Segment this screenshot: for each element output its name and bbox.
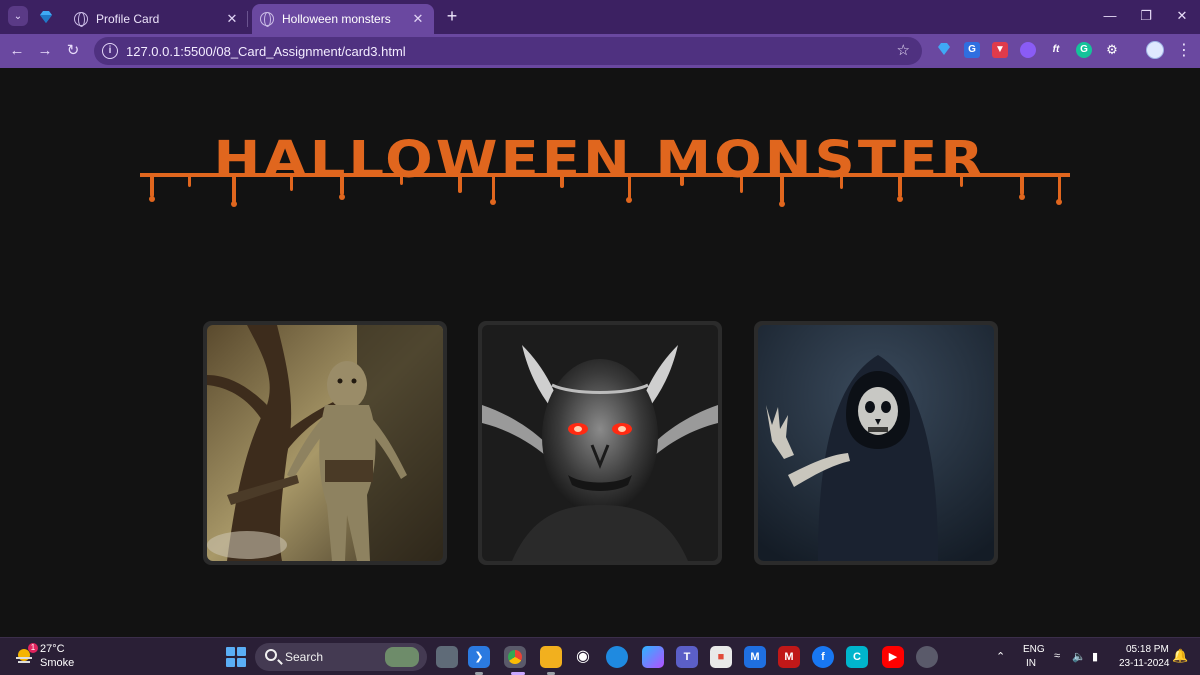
chrome-icon[interactable] bbox=[504, 646, 526, 668]
extension-ai-icon[interactable] bbox=[1020, 42, 1036, 58]
file-explorer-icon[interactable] bbox=[540, 646, 562, 668]
bookmark-star-icon[interactable]: ☆ bbox=[897, 41, 910, 59]
mcafee-icon[interactable]: M bbox=[778, 646, 800, 668]
notification-bell-icon[interactable]: 🔔 bbox=[1172, 648, 1188, 664]
search-label: Search bbox=[285, 650, 324, 664]
start-button[interactable] bbox=[226, 647, 246, 667]
canva-icon[interactable]: C bbox=[846, 646, 868, 668]
monster-card-reaper[interactable] bbox=[754, 321, 998, 565]
forward-button[interactable]: → bbox=[34, 40, 56, 62]
vscode-icon[interactable]: ❯ bbox=[468, 646, 490, 668]
goblin-image bbox=[207, 325, 443, 561]
chevron-down-icon: ⌄ bbox=[13, 10, 23, 22]
blood-drips-decoration bbox=[140, 173, 1070, 207]
tab-title: Profile Card bbox=[96, 12, 160, 26]
search-icon bbox=[265, 649, 277, 661]
close-tab-button[interactable]: ✕ bbox=[410, 11, 426, 27]
chrome-profile-icon[interactable] bbox=[916, 646, 938, 668]
copilot-icon[interactable] bbox=[642, 646, 664, 668]
globe-icon bbox=[260, 12, 274, 27]
restore-button[interactable]: ❐ bbox=[1136, 6, 1156, 26]
youtube-icon[interactable]: ▶ bbox=[882, 646, 904, 668]
extension-gem-icon[interactable] bbox=[936, 42, 952, 58]
task-view-icon[interactable] bbox=[436, 646, 458, 668]
monster-card-goblin[interactable] bbox=[203, 321, 447, 565]
site-info-icon[interactable]: i bbox=[102, 43, 118, 59]
weather-badge: 1 bbox=[28, 643, 38, 653]
battery-icon[interactable]: ▮ bbox=[1092, 650, 1098, 663]
tab-strip: ⌄ Profile Card ✕ Holloween monsters ✕ + … bbox=[0, 0, 1200, 34]
tab-search-button[interactable]: ⌄ bbox=[8, 6, 28, 26]
tab-title: Holloween monsters bbox=[282, 12, 391, 26]
facebook-icon[interactable]: f bbox=[812, 646, 834, 668]
tab-holloween-monsters[interactable]: Holloween monsters ✕ bbox=[252, 4, 434, 34]
minimize-button[interactable]: — bbox=[1100, 6, 1120, 26]
close-tab-button[interactable]: ✕ bbox=[224, 11, 240, 27]
extension-grammarly-icon[interactable]: G bbox=[1076, 42, 1092, 58]
store-icon[interactable]: ■ bbox=[710, 646, 732, 668]
demon-image bbox=[482, 325, 718, 561]
menu-dots-icon[interactable]: ⋮ bbox=[1176, 40, 1192, 60]
weather-temperature[interactable]: 27°C bbox=[40, 643, 65, 655]
web-page: HALLOWEEN MONSTER bbox=[0, 68, 1200, 637]
tab-profile-card[interactable]: Profile Card ✕ bbox=[66, 4, 248, 34]
app-blue-icon[interactable]: M bbox=[744, 646, 766, 668]
teams-icon[interactable]: T bbox=[676, 646, 698, 668]
tab-separator bbox=[247, 11, 248, 27]
reload-button[interactable]: ↻ bbox=[62, 40, 84, 62]
edge-icon[interactable] bbox=[606, 646, 628, 668]
volume-icon[interactable]: 🔈 bbox=[1072, 650, 1086, 663]
pinned-tab[interactable] bbox=[34, 5, 58, 29]
extension-translate-icon[interactable]: G bbox=[964, 42, 980, 58]
address-bar[interactable]: i 127.0.0.1:5500/08_Card_Assignment/card… bbox=[94, 37, 922, 65]
new-tab-button[interactable]: + bbox=[442, 6, 462, 26]
language-region[interactable]: IN bbox=[1026, 658, 1036, 669]
windows-taskbar: 1 27°C Smoke Search ❯ ◉ T ■ M M f C ▶ ⌃ … bbox=[0, 637, 1200, 675]
back-button[interactable]: ← bbox=[6, 40, 28, 62]
clock-date[interactable]: 23-11-2024 bbox=[1119, 658, 1169, 669]
browser-toolbar: ← → ↻ i 127.0.0.1:5500/08_Card_Assignmen… bbox=[0, 34, 1200, 68]
search-highlight-art bbox=[385, 647, 419, 667]
weather-condition[interactable]: Smoke bbox=[40, 657, 74, 669]
extension-font-icon[interactable]: ft bbox=[1048, 42, 1064, 58]
profile-avatar[interactable] bbox=[1146, 41, 1164, 59]
reaper-image bbox=[758, 325, 994, 561]
language-primary[interactable]: ENG bbox=[1023, 644, 1045, 655]
gem-icon bbox=[40, 11, 52, 23]
extensions-puzzle-icon[interactable]: ⚙ bbox=[1104, 42, 1120, 58]
show-hidden-icons-chevron-icon[interactable]: ⌃ bbox=[996, 650, 1005, 663]
close-window-button[interactable]: ✕ bbox=[1172, 6, 1192, 26]
clock-time[interactable]: 05:18 PM bbox=[1126, 644, 1169, 655]
url-text: 127.0.0.1:5500/08_Card_Assignment/card3.… bbox=[126, 44, 406, 59]
github-icon[interactable]: ◉ bbox=[572, 646, 594, 668]
extension-pocket-icon[interactable]: ▼ bbox=[992, 42, 1008, 58]
monster-card-demon[interactable] bbox=[478, 321, 722, 565]
wifi-icon[interactable]: ≈ bbox=[1054, 650, 1060, 662]
globe-icon bbox=[74, 12, 88, 27]
taskbar-search[interactable]: Search bbox=[255, 643, 427, 671]
